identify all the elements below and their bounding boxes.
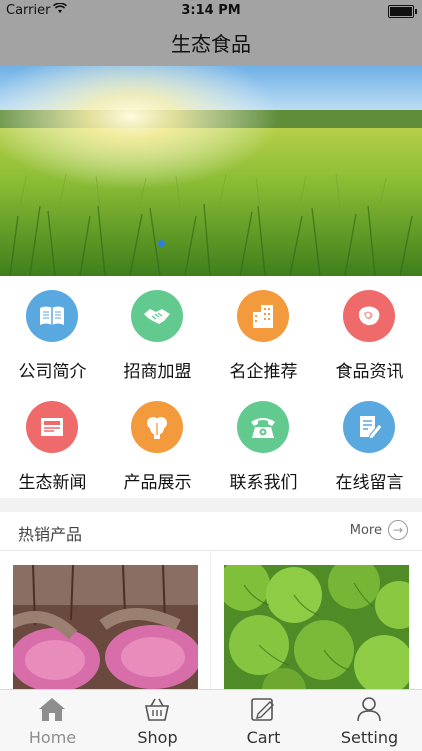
category-grid: 公司简介 招商加盟 名企推荐 食品资讯 生态新闻 产品展示 联系我们 在线留言	[0, 276, 422, 498]
grid-item-label: 产品展示	[123, 473, 192, 493]
product-divider	[210, 551, 211, 701]
message-icon	[343, 401, 395, 453]
grid-item-online-message[interactable]: 在线留言	[317, 387, 422, 498]
book-icon	[26, 290, 78, 342]
edit-icon	[251, 698, 274, 721]
grid-item-food-news[interactable]: 食品资讯	[317, 276, 422, 387]
tab-label: Cart	[246, 728, 281, 747]
product-list	[0, 551, 422, 701]
building-icon	[237, 290, 289, 342]
tab-label: Shop	[137, 728, 178, 747]
section-header: 热销产品 More →	[0, 512, 422, 551]
tab-cart[interactable]: Cart	[211, 690, 316, 751]
product-card-lettuce[interactable]	[224, 565, 409, 695]
grid-item-label: 招商加盟	[123, 362, 192, 382]
basket-icon	[145, 698, 169, 721]
battery-icon	[388, 5, 417, 18]
tab-bar: Home Shop Cart Setting	[0, 689, 422, 751]
grid-item-label: 名企推荐	[229, 362, 298, 382]
more-link[interactable]: More	[350, 523, 382, 538]
product-card-taro[interactable]	[13, 565, 198, 695]
tab-shop[interactable]: Shop	[105, 690, 210, 751]
arrow-right-circle-icon[interactable]: →	[388, 520, 408, 540]
grid-item-company-intro[interactable]: 公司简介	[0, 276, 105, 387]
banner-image	[0, 66, 422, 276]
grid-item-featured-companies[interactable]: 名企推荐	[211, 276, 316, 387]
carousel-page-indicator[interactable]	[158, 240, 165, 247]
tab-label: Home	[28, 728, 77, 747]
tab-home[interactable]: Home	[0, 690, 105, 751]
navigation-bar: 生态食品	[0, 22, 422, 66]
home-icon	[39, 698, 65, 721]
vegetable-icon	[131, 401, 183, 453]
banner-carousel[interactable]	[0, 66, 422, 276]
meat-icon	[343, 290, 395, 342]
grid-item-contact-us[interactable]: 联系我们	[211, 387, 316, 498]
grid-item-label: 在线留言	[335, 473, 404, 493]
section-title: 热销产品	[18, 525, 83, 544]
grid-item-label: 生态新闻	[18, 473, 87, 493]
grid-item-label: 联系我们	[229, 473, 298, 493]
grid-item-label: 公司简介	[18, 362, 87, 382]
grid-item-label: 食品资讯	[335, 362, 404, 382]
page-title: 生态食品	[171, 32, 251, 56]
newspaper-icon	[26, 401, 78, 453]
telephone-icon	[237, 401, 289, 453]
grid-item-eco-news[interactable]: 生态新闻	[0, 387, 105, 498]
status-time: 3:14 PM	[181, 3, 241, 18]
grid-item-products[interactable]: 产品展示	[105, 387, 210, 498]
person-icon	[357, 697, 381, 722]
handshake-icon	[131, 290, 183, 342]
tab-label: Setting	[340, 728, 399, 747]
product-image	[13, 565, 198, 695]
status-bar: Carrier 3:14 PM	[0, 0, 422, 22]
product-image	[224, 565, 409, 695]
grid-item-franchise[interactable]: 招商加盟	[105, 276, 210, 387]
tab-setting[interactable]: Setting	[317, 690, 422, 751]
